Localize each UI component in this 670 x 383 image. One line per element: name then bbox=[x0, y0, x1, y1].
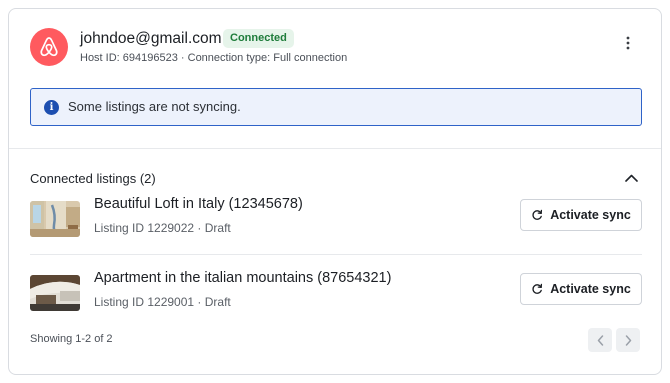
chevron-right-icon bbox=[625, 334, 631, 346]
section-divider bbox=[9, 148, 661, 149]
listing-thumbnail bbox=[30, 201, 80, 237]
collapse-listings-button[interactable] bbox=[621, 169, 641, 187]
airbnb-logo-icon bbox=[30, 28, 68, 66]
listing-meta: Listing ID 1229022 · Draft bbox=[94, 221, 231, 235]
host-info: Host ID: 694196523 · Connection type: Fu… bbox=[80, 52, 348, 64]
pagination-summary: Showing 1-2 of 2 bbox=[30, 333, 113, 345]
refresh-icon bbox=[532, 283, 543, 294]
connection-status-badge: Connected bbox=[223, 29, 294, 48]
listing-row: Apartment in the italian mountains (8765… bbox=[30, 270, 642, 320]
alert-text: Some listings are not syncing. bbox=[68, 99, 241, 114]
info-icon: i bbox=[44, 100, 59, 115]
activate-sync-button[interactable]: Activate sync bbox=[520, 199, 642, 231]
more-options-button[interactable] bbox=[615, 31, 641, 55]
listing-thumbnail bbox=[30, 275, 80, 311]
next-page-button[interactable] bbox=[616, 328, 640, 352]
activate-sync-label: Activate sync bbox=[550, 282, 631, 296]
listing-row: Beautiful Loft in Italy (12345678) Listi… bbox=[30, 196, 642, 246]
listings-section-title: Connected listings (2) bbox=[30, 171, 156, 186]
sync-warning-alert: i Some listings are not syncing. bbox=[30, 88, 642, 126]
activate-sync-button[interactable]: Activate sync bbox=[520, 273, 642, 305]
listing-title[interactable]: Beautiful Loft in Italy (12345678) bbox=[94, 196, 303, 212]
account-email: johndoe@gmail.com bbox=[80, 30, 222, 47]
refresh-icon bbox=[532, 209, 543, 220]
activate-sync-label: Activate sync bbox=[550, 208, 631, 222]
listing-meta: Listing ID 1229001 · Draft bbox=[94, 295, 231, 309]
more-vertical-icon bbox=[626, 36, 630, 50]
row-separator bbox=[30, 254, 642, 255]
chevron-left-icon bbox=[597, 334, 603, 346]
listing-title[interactable]: Apartment in the italian mountains (8765… bbox=[94, 270, 391, 286]
previous-page-button[interactable] bbox=[588, 328, 612, 352]
connection-card: johndoe@gmail.com Connected Host ID: 694… bbox=[8, 8, 662, 375]
chevron-up-icon bbox=[624, 174, 638, 182]
